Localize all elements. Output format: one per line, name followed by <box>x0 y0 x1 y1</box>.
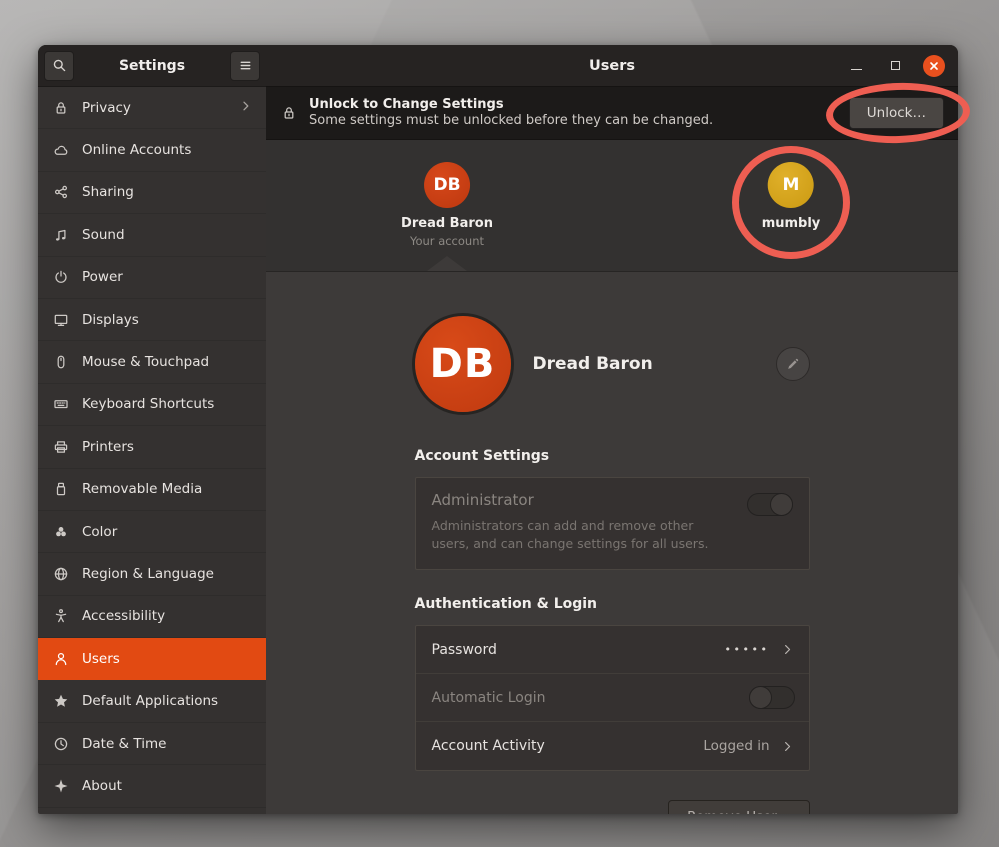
sidebar-item-color[interactable]: Color <box>38 511 266 553</box>
chevron-right-icon <box>780 739 795 754</box>
edit-name-button[interactable] <box>776 347 810 381</box>
sidebar-item-power[interactable]: Power <box>38 257 266 299</box>
cloud-icon <box>52 142 69 159</box>
search-icon <box>52 58 67 73</box>
minimize-button[interactable] <box>845 55 867 77</box>
toggle-knob <box>749 686 772 709</box>
unlock-button[interactable]: Unlock… <box>849 97 944 129</box>
search-button[interactable] <box>44 51 74 81</box>
chevron-right-icon <box>780 642 795 657</box>
sidebar-nav: Privacy Online Accounts Sharing Sound <box>38 87 266 814</box>
sidebar-item-online-accounts[interactable]: Online Accounts <box>38 129 266 171</box>
sidebar-title: Settings <box>80 58 224 74</box>
star-icon <box>52 693 69 710</box>
user-name: mumbly <box>762 216 821 231</box>
sidebar-item-date-time[interactable]: Date & Time <box>38 723 266 765</box>
automatic-login-label: Automatic Login <box>432 690 739 706</box>
music-note-icon <box>52 226 69 243</box>
avatar: DB <box>424 162 470 208</box>
power-icon <box>52 269 69 286</box>
chevron-right-icon <box>238 98 254 118</box>
sparkle-icon <box>52 777 69 794</box>
sidebar-item-about[interactable]: About <box>38 765 266 807</box>
display-icon <box>52 311 69 328</box>
toggle-knob <box>770 493 793 516</box>
profile-name: Dread Baron <box>533 354 754 374</box>
banner-text: Unlock to Change Settings Some settings … <box>309 96 837 130</box>
sidebar-item-keyboard-shortcuts[interactable]: Keyboard Shortcuts <box>38 384 266 426</box>
profile-row: DB Dread Baron <box>415 316 810 412</box>
sidebar-item-printers[interactable]: Printers <box>38 426 266 468</box>
desktop-background: Settings Privacy Online Accounts Shar <box>0 0 999 847</box>
keyboard-icon <box>52 396 69 413</box>
automatic-login-toggle[interactable] <box>749 686 795 709</box>
pencil-icon <box>785 357 800 372</box>
remove-user-button[interactable]: Remove User… <box>668 800 809 814</box>
authentication-login-card: Password ••••• Automatic Login Account A… <box>415 625 810 771</box>
sidebar-item-mouse-touchpad[interactable]: Mouse & Touchpad <box>38 341 266 383</box>
window-controls <box>845 55 958 77</box>
maximize-icon <box>891 61 900 70</box>
sidebar-item-region-language[interactable]: Region & Language <box>38 553 266 595</box>
printer-icon <box>52 438 69 455</box>
user-chip-mumbly[interactable]: M mumbly <box>762 162 821 231</box>
sidebar-item-privacy[interactable]: Privacy <box>38 87 266 129</box>
accessibility-icon <box>52 608 69 625</box>
sidebar-header: Settings <box>38 45 266 87</box>
banner-title: Unlock to Change Settings <box>309 96 837 114</box>
user-caption: Your account <box>401 234 493 248</box>
minimize-icon <box>851 69 862 70</box>
menu-button[interactable] <box>230 51 260 81</box>
administrator-row: Administrator Administrators can add and… <box>416 478 809 569</box>
administrator-description: Administrators can add and remove other … <box>432 517 722 553</box>
main-panel: Users Unlock to Change Settings Some set… <box>266 45 958 814</box>
sidebar-item-displays[interactable]: Displays <box>38 299 266 341</box>
settings-window: Settings Privacy Online Accounts Shar <box>38 45 958 814</box>
titlebar[interactable]: Users <box>266 45 958 87</box>
flash-drive-icon <box>52 481 69 498</box>
banner-subtitle: Some settings must be unlocked before th… <box>309 113 837 130</box>
automatic-login-row[interactable]: Automatic Login <box>416 674 809 722</box>
close-button[interactable] <box>923 55 945 77</box>
maximize-button[interactable] <box>884 55 906 77</box>
administrator-label: Administrator <box>432 491 793 509</box>
sidebar: Settings Privacy Online Accounts Shar <box>38 45 266 814</box>
selected-user-pointer <box>427 256 467 271</box>
password-row[interactable]: Password ••••• <box>416 626 809 674</box>
close-icon <box>928 60 940 72</box>
lock-icon <box>52 99 69 116</box>
sidebar-item-sound[interactable]: Sound <box>38 214 266 256</box>
sidebar-item-sharing[interactable]: Sharing <box>38 172 266 214</box>
unlock-banner: Unlock to Change Settings Some settings … <box>266 87 958 140</box>
account-settings-card: Administrator Administrators can add and… <box>415 477 810 570</box>
avatar: M <box>768 162 814 208</box>
account-settings-heading: Account Settings <box>415 448 810 464</box>
account-activity-row[interactable]: Account Activity Logged in <box>416 722 809 770</box>
authentication-login-heading: Authentication & Login <box>415 596 810 612</box>
user-detail-panel: DB Dread Baron Account Settings Administ… <box>266 272 958 814</box>
sidebar-item-users[interactable]: Users <box>38 638 266 680</box>
sidebar-item-default-applications[interactable]: Default Applications <box>38 680 266 722</box>
color-swatches-icon <box>52 523 69 540</box>
password-label: Password <box>432 642 715 658</box>
account-activity-label: Account Activity <box>432 738 694 754</box>
administrator-toggle[interactable] <box>747 493 793 516</box>
sidebar-item-accessibility[interactable]: Accessibility <box>38 596 266 638</box>
user-selector-strip: DB Dread Baron Your account M mumbly <box>266 140 958 272</box>
password-value: ••••• <box>725 643 770 656</box>
sidebar-item-removable-media[interactable]: Removable Media <box>38 469 266 511</box>
hamburger-menu-icon <box>238 58 253 73</box>
users-icon <box>52 650 69 667</box>
globe-icon <box>52 565 69 582</box>
share-icon <box>52 184 69 201</box>
mouse-icon <box>52 354 69 371</box>
profile-avatar[interactable]: DB <box>415 316 511 412</box>
footer-row: Remove User… <box>415 800 810 814</box>
lock-icon <box>281 105 297 121</box>
user-chip-dread-baron[interactable]: DB Dread Baron Your account <box>401 162 493 248</box>
user-name: Dread Baron <box>401 216 493 231</box>
clock-icon <box>52 735 69 752</box>
account-activity-value: Logged in <box>703 738 769 754</box>
